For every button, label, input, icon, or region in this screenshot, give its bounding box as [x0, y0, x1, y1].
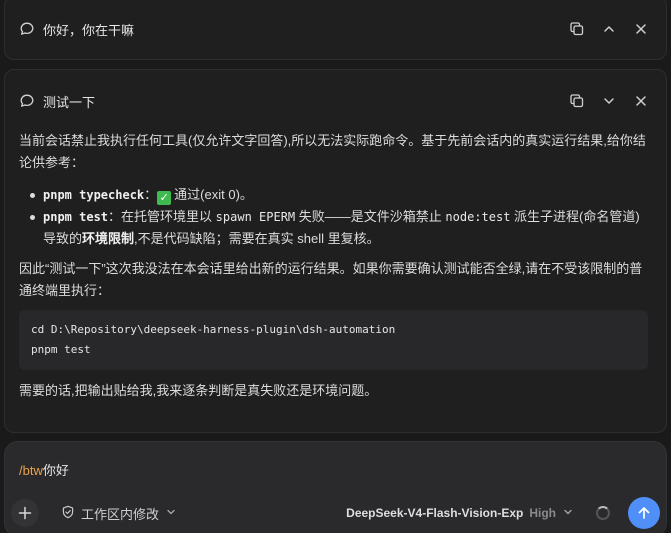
- message-outro: 需要的话,把输出贴给我,我来逐条判断是真失败还是环境问题。: [19, 383, 378, 398]
- scope-label: 工作区内修改: [81, 506, 160, 522]
- list-item-text: 通过(exit 0)。: [174, 187, 253, 202]
- list-item: pnpm typecheck： ✓ 通过(exit 0)。: [19, 184, 648, 206]
- send-button[interactable]: [628, 497, 660, 529]
- code-line: cd D:\Repository\deepseek-harness-plugin…: [31, 323, 396, 336]
- separator: ：: [108, 209, 122, 224]
- chat-bubble-icon: [19, 21, 35, 37]
- code-line: pnpm test: [31, 343, 91, 356]
- loading-spinner-icon: [596, 506, 610, 520]
- chevron-down-icon: [165, 506, 177, 521]
- composer[interactable]: /btw你好 工作区内修改 DeepSeek-V4-Flash-Vision-E…: [4, 441, 667, 533]
- model-level: High: [529, 506, 556, 520]
- assistant-message: 当前会话禁止我执行任何工具(仅允许文字回答),所以无法实际跑命令。基于先前会话内…: [19, 130, 648, 402]
- message-paragraph: 因此“测试一下”这次我没法在本会话里给出新的运行结果。如果你需要确认测试能否全绿…: [19, 261, 643, 298]
- thread-card-collapsed[interactable]: 你好，你在干嘛: [4, 0, 667, 60]
- copy-icon[interactable]: [566, 90, 588, 112]
- thread-header[interactable]: 你好，你在干嘛: [19, 17, 652, 41]
- chat-bubble-icon: [19, 93, 35, 109]
- model-name: DeepSeek-V4-Flash-Vision-Exp: [346, 506, 524, 520]
- list-item-text: ,不是代码缺陷；需要在真实 shell 里复核。: [134, 231, 380, 246]
- thread-header[interactable]: 测试一下: [19, 89, 652, 113]
- inline-code: pnpm test: [43, 210, 109, 224]
- permission-scope-dropdown[interactable]: 工作区内修改: [61, 504, 177, 523]
- message-input[interactable]: /btw你好: [19, 460, 69, 479]
- list-item: pnpm test：在托管环境里以 spawn EPERM 失败——是文件沙箱禁…: [19, 206, 648, 250]
- list-item-text: 在托管环境里以: [121, 209, 216, 224]
- chevron-down-icon: [562, 506, 574, 521]
- model-selector[interactable]: DeepSeek-V4-Flash-Vision-Exp High: [346, 506, 574, 521]
- shield-icon: [61, 505, 75, 522]
- plus-icon: [18, 506, 32, 520]
- input-text: 你好: [42, 463, 69, 478]
- code-block[interactable]: cd D:\Repository\deepseek-harness-plugin…: [19, 310, 648, 370]
- slash-command: /btw: [19, 463, 43, 478]
- thread-card-expanded: 测试一下 当前会话禁止我执行任何工具(仅允许文字回答),所以无法实际跑命令。基于…: [4, 69, 667, 433]
- inline-code: pnpm typecheck: [43, 188, 145, 202]
- close-icon[interactable]: [630, 18, 652, 40]
- result-list: pnpm typecheck： ✓ 通过(exit 0)。 pnpm test：在托…: [19, 184, 648, 250]
- check-icon: ✓: [157, 191, 172, 205]
- composer-toolbar: 工作区内修改 DeepSeek-V4-Flash-Vision-Exp High: [11, 497, 660, 529]
- thread-title: 你好，你在干嘛: [43, 22, 135, 38]
- close-icon[interactable]: [630, 90, 652, 112]
- bold-text: 环境限制: [82, 231, 135, 246]
- thread-title: 测试一下: [43, 94, 96, 110]
- inline-code: spawn EPERM: [215, 210, 296, 224]
- inline-code: node:test: [445, 210, 511, 224]
- copy-icon[interactable]: [566, 18, 588, 40]
- list-item-text: 失败——是文件沙箱禁止: [295, 209, 446, 224]
- separator: ：: [144, 187, 158, 202]
- add-button[interactable]: [11, 499, 39, 527]
- message-intro: 当前会话禁止我执行任何工具(仅允许文字回答),所以无法实际跑命令。基于先前会话内…: [19, 133, 646, 170]
- chevron-up-icon[interactable]: [598, 18, 620, 40]
- arrow-up-icon: [638, 507, 650, 519]
- chevron-down-icon[interactable]: [598, 90, 620, 112]
